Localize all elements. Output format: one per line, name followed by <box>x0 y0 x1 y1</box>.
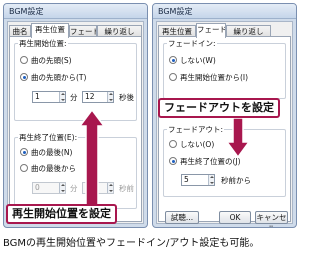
down-arrow-icon <box>225 117 251 159</box>
callout-start-position: 再生開始位置を設定 <box>6 204 117 224</box>
up-arrow-icon <box>78 108 106 206</box>
callout-fade-out: フェードアウトを設定 <box>158 98 280 118</box>
